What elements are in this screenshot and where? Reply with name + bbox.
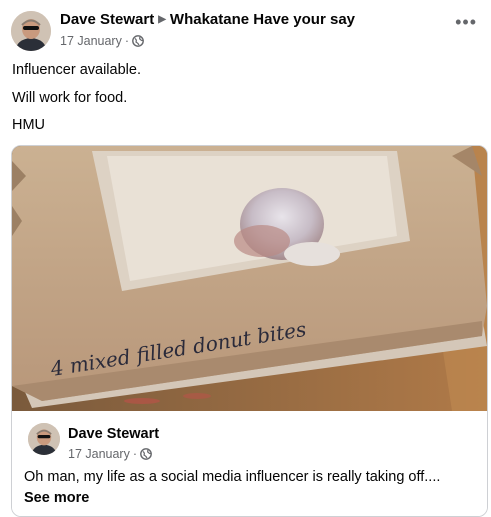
group-name-link[interactable]: Whakatane Have your say: [170, 11, 355, 28]
avatar-image: [11, 11, 51, 51]
post-text-line-1: Influencer available.: [12, 62, 141, 78]
author-avatar[interactable]: [11, 11, 51, 51]
shared-author-name[interactable]: Dave Stewart: [68, 426, 159, 442]
shared-meta-separator: ·: [132, 447, 138, 461]
post-photo[interactable]: 4 mixed filled donut bites: [12, 146, 487, 411]
shared-avatar-image: [28, 423, 60, 455]
arrow-right-icon: ▶: [158, 14, 166, 25]
globe-icon: [140, 448, 152, 460]
see-more-link[interactable]: See more: [24, 490, 89, 506]
shared-post-text: Oh man, my life as a social media influe…: [24, 469, 441, 485]
shared-author-avatar[interactable]: [28, 423, 60, 455]
donut-box-photo: 4 mixed filled donut bites: [12, 146, 487, 411]
post-header-title: Dave Stewart ▶ Whakatane Have your say: [60, 11, 355, 28]
post-text-line-2: Will work for food.: [12, 90, 128, 106]
shared-post-date[interactable]: 17 January: [68, 447, 130, 461]
more-options-icon[interactable]: •••: [455, 13, 477, 31]
meta-separator: ·: [124, 34, 130, 48]
shared-post-preview[interactable]: Dave Stewart 17 January · Oh man, my lif…: [12, 411, 487, 516]
shared-post-card[interactable]: 4 mixed filled donut bites Dave Stewart …: [11, 145, 488, 517]
author-name-link[interactable]: Dave Stewart: [60, 11, 154, 28]
post-date-link[interactable]: 17 January: [60, 34, 122, 48]
post-meta: 17 January ·: [60, 34, 144, 48]
shared-post-meta: 17 January ·: [68, 447, 152, 461]
globe-icon: [132, 35, 144, 47]
post-text-line-3: HMU: [12, 117, 46, 133]
